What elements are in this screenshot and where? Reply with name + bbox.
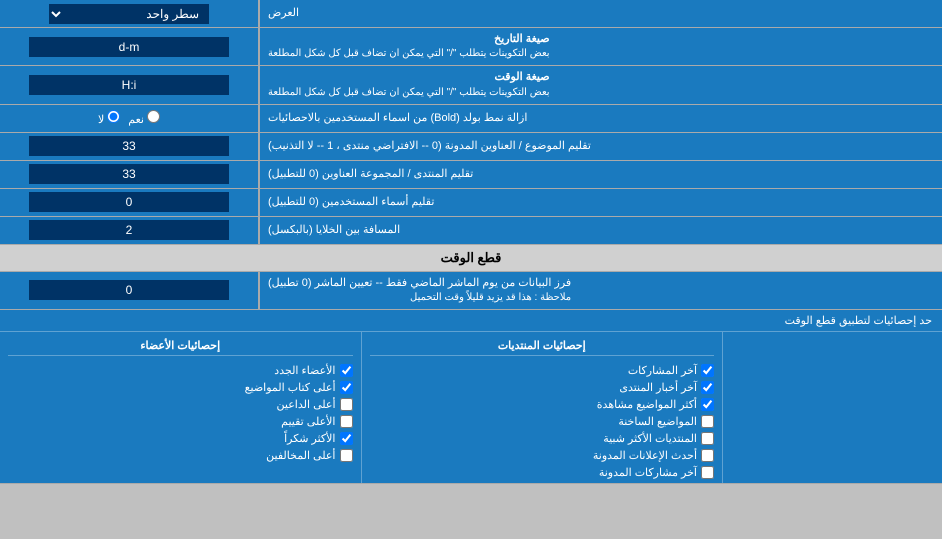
time-format-value xyxy=(0,66,260,103)
cb-latest-blog-posts[interactable] xyxy=(701,466,714,479)
list-item: المنتديات الأكثر شبية xyxy=(370,432,715,445)
list-item: أحدث الإعلانات المدونة xyxy=(370,449,715,462)
cb-most-viewed[interactable] xyxy=(701,398,714,411)
display-select-container: سطر واحد xyxy=(0,0,260,27)
forum-stats-header: إحصائيات المنتديات xyxy=(370,336,715,356)
cb-most-forums[interactable] xyxy=(701,432,714,445)
username-trim-value xyxy=(0,189,260,216)
bold-yes-radio[interactable] xyxy=(147,110,160,123)
list-item: آخر أخبار المنتدى xyxy=(370,381,715,394)
list-item: الأكثر شكراً xyxy=(8,432,353,445)
date-format-label: صيغة التاريخ بعض التكوينات يتطلب "/" الت… xyxy=(260,28,942,65)
display-select[interactable]: سطر واحد xyxy=(49,4,209,24)
checkboxes-container: إحصائيات المنتديات آخر المشاركات آخر أخب… xyxy=(0,332,942,483)
cb-forum-news[interactable] xyxy=(701,381,714,394)
realtime-filter-label: فرز البيانات من يوم الماشر الماضي فقط --… xyxy=(260,272,942,309)
cb-top-invited[interactable] xyxy=(340,398,353,411)
realtime-filter-input[interactable] xyxy=(29,280,229,300)
topic-order-value xyxy=(0,133,260,160)
username-trim-input[interactable] xyxy=(29,192,229,212)
list-item: المواضيع الساخنة xyxy=(370,415,715,428)
realtime-filter-value xyxy=(0,272,260,309)
cb-latest-announcements[interactable] xyxy=(701,449,714,462)
cell-padding-value xyxy=(0,217,260,244)
topic-order-label: تقليم الموضوع / العناوين المدونة (0 -- ا… xyxy=(260,133,942,160)
list-item: الأعلى تقييم xyxy=(8,415,353,428)
list-item: أعلى كتاب المواضيع xyxy=(8,381,353,394)
bold-no-label[interactable]: لا xyxy=(98,110,120,126)
cb-new-members[interactable] xyxy=(340,364,353,377)
forum-stats-col: إحصائيات المنتديات آخر المشاركات آخر أخب… xyxy=(362,332,723,483)
forum-order-label: تقليم المنتدى / المجموعة العناوين (0 للت… xyxy=(260,161,942,188)
list-item: آخر مشاركات المدونة xyxy=(370,466,715,479)
stats-limit-label: حد إحصائيات لتطبيق قطع الوقت xyxy=(0,310,942,332)
cell-padding-label: المسافة بين الخلايا (بالبكسل) xyxy=(260,217,942,244)
forum-order-value xyxy=(0,161,260,188)
cell-padding-input[interactable] xyxy=(29,220,229,240)
empty-col xyxy=(722,332,942,483)
list-item: آخر المشاركات xyxy=(370,364,715,377)
time-format-label: صيغة الوقت بعض التكوينات يتطلب "/" التي … xyxy=(260,66,942,103)
realtime-section-header: قطع الوقت xyxy=(0,245,942,272)
topic-order-input[interactable] xyxy=(29,136,229,156)
cb-top-rated[interactable] xyxy=(340,415,353,428)
list-item: أعلى المخالفين xyxy=(8,449,353,462)
date-format-value xyxy=(0,28,260,65)
cb-hot-topics[interactable] xyxy=(701,415,714,428)
bold-yes-label[interactable]: نعم xyxy=(128,110,160,126)
member-stats-col: إحصائيات الأعضاء الأعضاء الجدد أعلى كتاب… xyxy=(0,332,361,483)
bold-remove-options: نعم لا xyxy=(0,105,260,132)
cb-latest-posts[interactable] xyxy=(701,364,714,377)
cb-most-thanked[interactable] xyxy=(340,432,353,445)
bold-no-radio[interactable] xyxy=(107,110,120,123)
display-label: العرض xyxy=(260,0,942,27)
cb-top-violators[interactable] xyxy=(340,449,353,462)
cb-top-writers[interactable] xyxy=(340,381,353,394)
time-format-input[interactable] xyxy=(29,75,229,95)
username-trim-label: تقليم أسماء المستخدمين (0 للتطبيل) xyxy=(260,189,942,216)
list-item: أعلى الداعين xyxy=(8,398,353,411)
list-item: أكثر المواضيع مشاهدة xyxy=(370,398,715,411)
col-divider xyxy=(361,332,362,483)
date-format-input[interactable] xyxy=(29,37,229,57)
member-stats-header: إحصائيات الأعضاء xyxy=(8,336,353,356)
bold-remove-label: ازالة نمط بولد (Bold) من اسماء المستخدمي… xyxy=(260,105,942,132)
forum-order-input[interactable] xyxy=(29,164,229,184)
list-item: الأعضاء الجدد xyxy=(8,364,353,377)
